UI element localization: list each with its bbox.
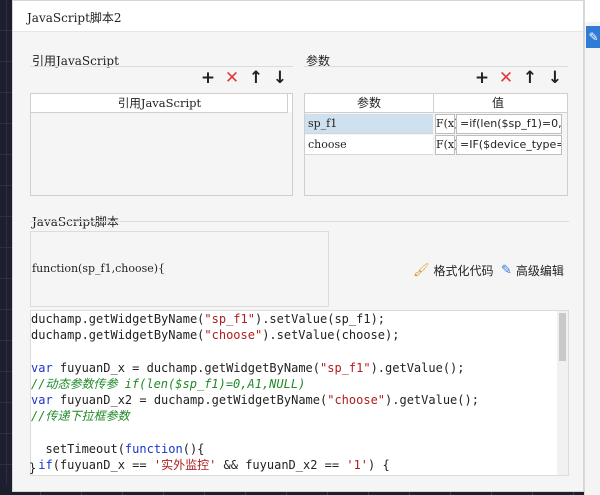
- function-closing-brace: }: [29, 461, 37, 475]
- code-line: //动态参数传参 if(len($sp_f1)=0,A1,NULL): [31, 376, 306, 391]
- javascript-dialog: JavaScript脚本2 引用JavaScript + ✕ ↑ ↓ 引用Jav…: [12, 0, 584, 492]
- add-param-button[interactable]: +: [473, 69, 491, 87]
- param-name-cell[interactable]: choose: [305, 135, 433, 155]
- add-reference-button[interactable]: +: [199, 69, 217, 87]
- code-editor[interactable]: duchamp.getWidgetByName("sp_f1").setValu…: [30, 310, 569, 476]
- code-line: var fuyuanD_x2 = duchamp.getWidgetByName…: [31, 392, 479, 407]
- plus-icon: +: [200, 68, 216, 88]
- delete-reference-button[interactable]: ✕: [223, 69, 241, 87]
- code-line: setTimeout(function(){: [31, 441, 205, 456]
- close-icon: ✕: [498, 68, 514, 88]
- code-line: if(fuyuanD_x == '实外监控' && fuyuanD_x2 == …: [38, 457, 390, 472]
- arrow-up-icon: ↑: [522, 68, 538, 88]
- editor-scrollbar[interactable]: [557, 311, 568, 475]
- params-table: 参数 值 sp_f1 F(x) =if(len($sp_f1)=0,A choo…: [304, 93, 568, 196]
- function-signature-box: function(sp_f1,choose){: [30, 231, 329, 307]
- delete-param-button[interactable]: ✕: [497, 69, 515, 87]
- code-line: //传递下拉框参数: [31, 409, 130, 424]
- param-value-field[interactable]: =if(len($sp_f1)=0,A: [456, 114, 562, 134]
- references-divider: [30, 66, 293, 67]
- formula-button[interactable]: F(x): [435, 114, 458, 134]
- move-param-up-button[interactable]: ↑: [521, 69, 539, 87]
- params-divider: [304, 66, 568, 67]
- dialog-titlebar: JavaScript脚本2: [13, 1, 583, 32]
- close-icon: ✕: [224, 68, 240, 88]
- references-header-stub: [287, 94, 292, 112]
- references-table[interactable]: 引用JavaScript: [30, 93, 293, 196]
- side-panel-blank: [585, 0, 600, 22]
- arrow-down-icon: ↓: [547, 68, 563, 88]
- advanced-edit-button[interactable]: ✎ 高级编辑: [501, 262, 564, 279]
- param-name-column-header: 参数: [305, 94, 434, 112]
- code-line: duchamp.getWidgetByName("sp_f1").setValu…: [31, 312, 386, 326]
- dialog-title: JavaScript脚本2: [27, 11, 122, 25]
- plus-icon: +: [474, 68, 490, 88]
- param-name-cell[interactable]: sp_f1: [305, 114, 433, 134]
- edit-pencil-icon[interactable]: ✎: [586, 26, 600, 48]
- move-param-down-button[interactable]: ↓: [546, 69, 564, 87]
- brush-icon: 🖌: [413, 263, 430, 278]
- edit-icon: ✎: [501, 263, 512, 278]
- param-value-field[interactable]: =IF($device_type=: [456, 135, 562, 155]
- format-code-label: 格式化代码: [433, 264, 494, 278]
- function-signature: function(sp_f1,choose){: [32, 262, 166, 275]
- code-lines: duchamp.getWidgetByName("sp_f1").setValu…: [31, 311, 559, 473]
- param-value-column-header: 值: [491, 96, 504, 110]
- move-reference-up-button[interactable]: ↑: [247, 69, 265, 87]
- arrow-up-icon: ↑: [248, 68, 264, 88]
- formula-button[interactable]: F(x): [435, 135, 458, 155]
- code-line: duchamp.getWidgetByName("choose").setVal…: [31, 328, 400, 343]
- format-code-button[interactable]: 🖌 格式化代码: [413, 262, 494, 279]
- code-line: var fuyuanD_x = duchamp.getWidgetByName(…: [31, 360, 465, 375]
- params-table-header: 参数 值: [305, 94, 567, 113]
- advanced-edit-label: 高级编辑: [515, 264, 564, 278]
- move-reference-down-button[interactable]: ↓: [271, 69, 289, 87]
- editor-scrollbar-thumb[interactable]: [559, 313, 566, 361]
- background-side-panel: ✎: [584, 0, 600, 495]
- references-column-header: 引用JavaScript: [31, 94, 288, 113]
- param-row[interactable]: sp_f1 F(x) =if(len($sp_f1)=0,A: [305, 114, 567, 134]
- param-row[interactable]: choose F(x) =IF($device_type=: [305, 135, 567, 155]
- arrow-down-icon: ↓: [272, 68, 288, 88]
- script-divider: [30, 221, 569, 222]
